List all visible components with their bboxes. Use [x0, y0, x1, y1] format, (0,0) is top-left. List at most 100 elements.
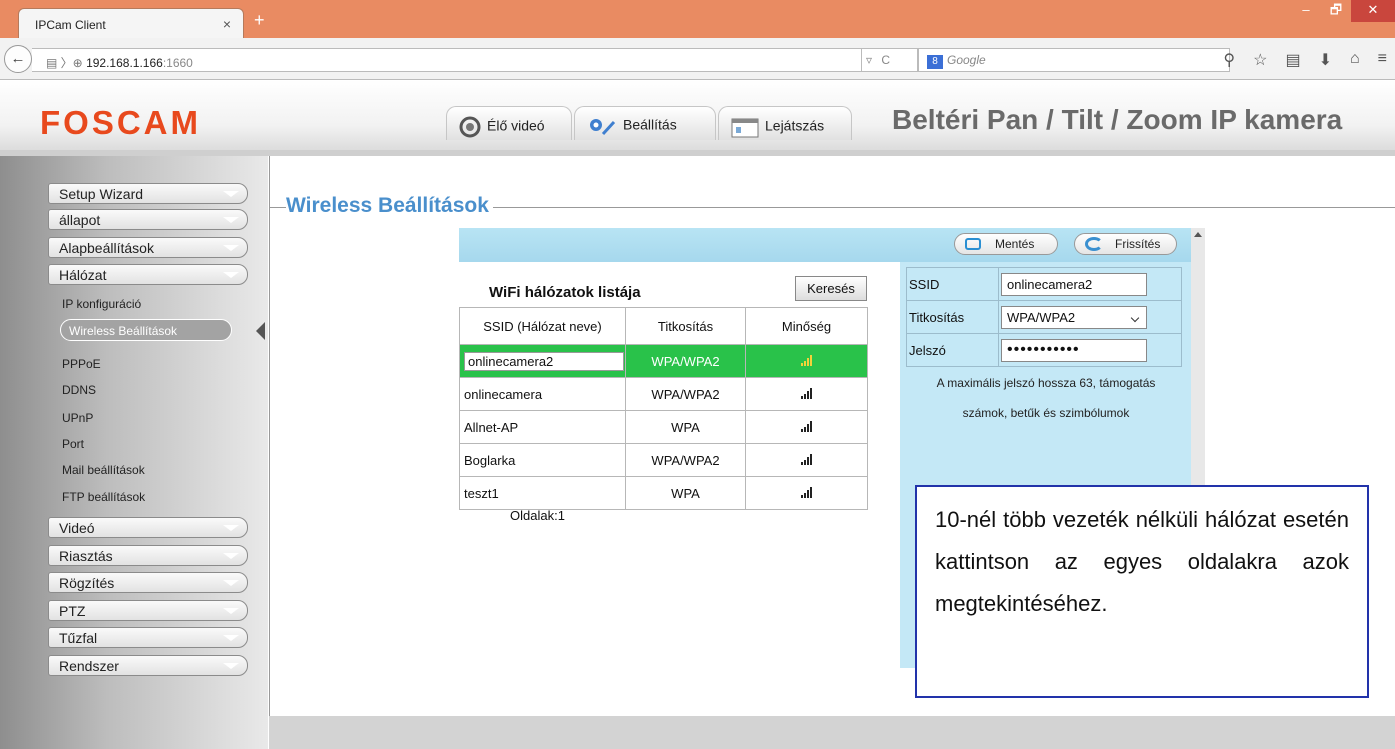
sidebar-item-tuzfal[interactable]: Tűzfal [48, 627, 248, 648]
window-controls: – 🗗 ✕ [1291, 0, 1395, 22]
refresh-button[interactable]: Frissítés [1074, 233, 1177, 255]
sidebar-item-label: Tűzfal [59, 630, 98, 646]
close-window-icon[interactable]: ✕ [1351, 0, 1395, 22]
cell-encryption: WPA [625, 476, 746, 510]
url-port: :1660 [162, 56, 193, 70]
sidebar-item-label: Rögzítés [59, 575, 115, 591]
sidebar-item-label: PTZ [59, 603, 86, 619]
download-icon[interactable]: ⬇ [1319, 50, 1332, 70]
tab-live-video[interactable]: Élő videó [446, 106, 572, 140]
search-icon[interactable]: ⚲ [1223, 50, 1235, 70]
ssid-text: teszt1 [464, 485, 499, 501]
ssid-input[interactable]: onlinecamera2 [1001, 272, 1147, 296]
sidebar-item-label: Riasztás [59, 548, 113, 564]
table-row[interactable]: Boglarka WPA/WPA2 [459, 443, 868, 477]
ssid-label: SSID [906, 267, 999, 301]
url-bar[interactable]: ▤ 〉⊕ 192.168.1.166:1660 [32, 48, 862, 72]
url-host: 192.168.1.166 [86, 56, 163, 70]
encryption-select[interactable]: WPA/WPA2 [1001, 305, 1147, 329]
sidebar-subitem-ddns[interactable]: DDNS [62, 383, 96, 397]
sidebar-item-ptz[interactable]: PTZ [48, 600, 248, 621]
sidebar-subitem-port[interactable]: Port [62, 437, 84, 451]
restore-icon[interactable]: 🗗 [1321, 0, 1351, 22]
chevron-down-icon [223, 272, 239, 278]
column-header-quality: Minőség [745, 307, 868, 345]
ssid-text: Boglarka [464, 452, 516, 468]
cell-ssid: onlinecamera [459, 377, 626, 411]
action-bar: Mentés Frissítés [459, 228, 1191, 262]
sidebar-item-label: Rendszer [59, 658, 119, 674]
bookmark-star-icon[interactable]: ☆ [1253, 50, 1267, 70]
sidebar-item-setup-wizard[interactable]: Setup Wizard [48, 183, 248, 204]
menu-icon[interactable]: ≡ [1378, 50, 1387, 70]
sidebar-item-label: Hálózat [59, 267, 107, 283]
url-bar-actions: ▿ C [862, 48, 918, 72]
sidebar-subitem-wireless-beallitasok[interactable]: Wireless Beállítások [60, 319, 232, 341]
table-row[interactable]: onlinecamera2 WPA/WPA2 [459, 344, 868, 378]
pagination[interactable]: Oldalak:1 [510, 508, 565, 523]
dropdown-arrow-icon[interactable]: ▿ [866, 53, 872, 67]
sidebar-item-label: állapot [59, 212, 101, 228]
search-field[interactable]: 8 Google [918, 48, 1230, 72]
signal-strength-icon [801, 420, 812, 432]
search-placeholder: Google [947, 53, 986, 67]
sidebar-item-video[interactable]: Videó [48, 517, 248, 538]
chevron-down-icon [223, 191, 239, 197]
home-icon[interactable]: ⌂ [1350, 50, 1360, 70]
sidebar-item-label: Videó [59, 520, 95, 536]
back-arrow-icon[interactable]: ← [4, 45, 32, 73]
refresh-icon [1085, 237, 1103, 251]
sidebar-subitem-pppoe[interactable]: PPPoE [62, 357, 101, 371]
chevron-down-icon [223, 553, 239, 559]
sidebar-item-rendszer[interactable]: Rendszer [48, 655, 248, 676]
annotation-callout: 10-nél több vezeték nélküli hálózat eset… [915, 485, 1369, 698]
sidebar-item-rogzites[interactable]: Rögzítés [48, 572, 248, 593]
sidebar-item-halozat[interactable]: Hálózat [48, 264, 248, 285]
tab-settings[interactable]: Beállítás [574, 106, 716, 140]
cell-encryption: WPA/WPA2 [625, 377, 746, 411]
camera-model-title: Beltéri Pan / Tilt / Zoom IP kamera [892, 104, 1343, 135]
tab-close-icon[interactable]: × [223, 16, 231, 32]
browser-tab[interactable]: IPCam Client × [18, 8, 244, 38]
sidebar-item-alapbeallitasok[interactable]: Alapbeállítások [48, 237, 248, 258]
cell-encryption: WPA [625, 410, 746, 444]
sidebar-subitem-mail-beallitasok[interactable]: Mail beállítások [62, 463, 145, 477]
new-tab-icon[interactable]: + [254, 10, 265, 31]
cell-encryption: WPA/WPA2 [625, 443, 746, 477]
ssid-text: onlinecamera2 [464, 351, 624, 371]
active-indicator-arrow [256, 322, 265, 340]
page-title: Wireless Beállítások [286, 194, 493, 218]
tab-playback-label: Lejátszás [765, 117, 825, 134]
table-row[interactable]: onlinecamera WPA/WPA2 [459, 377, 868, 411]
sidebar-subitem-ftp-beallitasok[interactable]: FTP beállítások [62, 490, 145, 504]
tab-playback[interactable]: Lejátszás [718, 106, 852, 140]
scroll-up-icon[interactable] [1194, 232, 1202, 237]
save-button[interactable]: Mentés [954, 233, 1058, 255]
cell-quality [745, 344, 868, 378]
sidebar-item-riasztas[interactable]: Riasztás [48, 545, 248, 566]
table-row[interactable]: teszt1 WPA [459, 476, 868, 510]
chevron-down-icon [223, 663, 239, 669]
sidebar-item-allapot[interactable]: állapot [48, 209, 248, 230]
save-label: Mentés [995, 237, 1035, 251]
password-input[interactable]: ••••••••••• [1001, 338, 1147, 362]
cell-ssid: onlinecamera2 [459, 344, 626, 378]
sidebar-subitem-ip-konfiguracio[interactable]: IP konfiguráció [62, 297, 141, 311]
minimize-icon[interactable]: – [1291, 0, 1321, 22]
encryption-label: Titkosítás [906, 300, 999, 334]
chevron-down-icon [223, 217, 239, 223]
wifi-list-title: WiFi hálózatok listája [489, 284, 641, 301]
app-header: FOSCAM Élő videó Beállítás Lejátszás Bel… [0, 80, 1395, 156]
bookmarks-list-icon[interactable]: ▤ [1285, 50, 1300, 70]
google-search-engine-icon[interactable]: 8 [927, 55, 943, 69]
calendar-playback-icon [731, 118, 759, 138]
sidebar-subitem-upnp[interactable]: UPnP [62, 411, 93, 425]
page-icon: ▤ 〉⊕ [46, 56, 87, 70]
reload-icon[interactable]: C [881, 53, 890, 67]
cell-encryption: WPA/WPA2 [625, 344, 746, 378]
table-row[interactable]: Allnet-AP WPA [459, 410, 868, 444]
column-header-encryption: Titkosítás [625, 307, 746, 345]
scan-networks-button[interactable]: Keresés [795, 276, 867, 301]
cell-quality [745, 443, 868, 477]
live-video-icon [459, 116, 481, 138]
